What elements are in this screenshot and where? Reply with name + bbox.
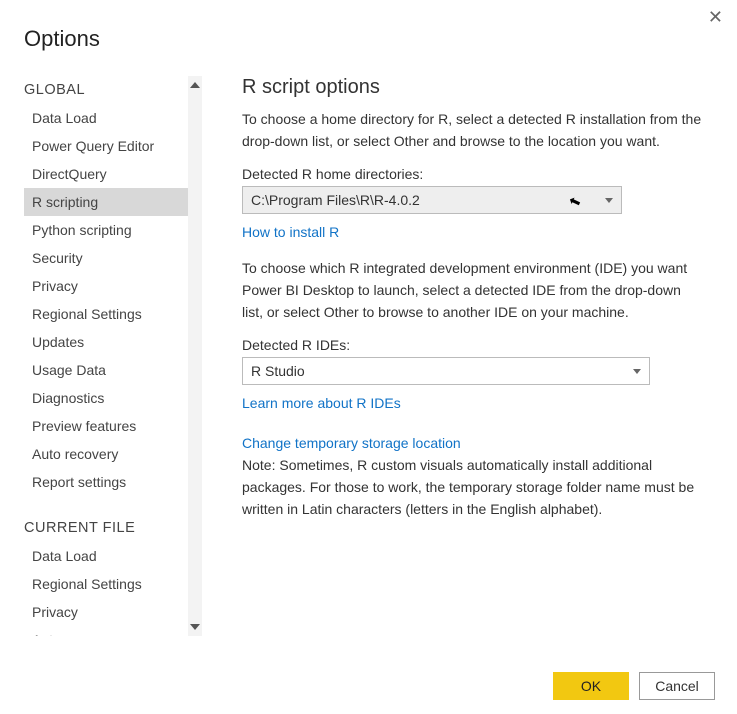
dialog-title: Options xyxy=(24,26,713,52)
sidebar-item-privacy[interactable]: Privacy xyxy=(24,272,192,300)
learn-more-ides-link[interactable]: Learn more about R IDEs xyxy=(242,395,401,411)
sidebar-gap xyxy=(24,496,192,514)
sidebar-item-usage-data[interactable]: Usage Data xyxy=(24,356,192,384)
change-temp-storage-link[interactable]: Change temporary storage location xyxy=(242,435,461,451)
chevron-up-icon xyxy=(190,82,200,88)
sidebar-item-regional-settings[interactable]: Regional Settings xyxy=(24,570,192,598)
sidebar-item-diagnostics[interactable]: Diagnostics xyxy=(24,384,192,412)
temp-storage-note: Note: Sometimes, R custom visuals automa… xyxy=(242,455,703,520)
ide-intro-text: To choose which R integrated development… xyxy=(242,258,703,323)
close-icon[interactable]: ✕ xyxy=(708,8,723,26)
home-dir-dropdown[interactable]: C:\Program Files\R\R-4.0.2 ⬉ xyxy=(242,186,622,214)
sidebar-item-updates[interactable]: Updates xyxy=(24,328,192,356)
ide-label: Detected R IDEs: xyxy=(242,337,703,353)
how-to-install-r-link[interactable]: How to install R xyxy=(242,224,339,240)
sidebar-item-data-load[interactable]: Data Load xyxy=(24,104,192,132)
sidebar-item-preview-features[interactable]: Preview features xyxy=(24,412,192,440)
sidebar-item-python-scripting[interactable]: Python scripting xyxy=(24,216,192,244)
chevron-down-icon xyxy=(190,624,200,630)
sidebar-item-auto-recovery[interactable]: Auto recovery xyxy=(24,626,192,636)
chevron-down-icon xyxy=(633,369,641,374)
home-dir-value: C:\Program Files\R\R-4.0.2 xyxy=(251,192,420,208)
dialog-body: GLOBALData LoadPower Query EditorDirectQ… xyxy=(24,76,713,636)
main-panel: R script options To choose a home direct… xyxy=(202,76,713,636)
cancel-button[interactable]: Cancel xyxy=(639,672,715,700)
sidebar-item-power-query-editor[interactable]: Power Query Editor xyxy=(24,132,192,160)
sidebar: GLOBALData LoadPower Query EditorDirectQ… xyxy=(24,76,202,636)
sidebar-item-regional-settings[interactable]: Regional Settings xyxy=(24,300,192,328)
home-dir-label: Detected R home directories: xyxy=(242,166,703,182)
sidebar-section-current-file: CURRENT FILE xyxy=(24,514,192,542)
sidebar-item-security[interactable]: Security xyxy=(24,244,192,272)
sidebar-item-privacy[interactable]: Privacy xyxy=(24,598,192,626)
sidebar-item-auto-recovery[interactable]: Auto recovery xyxy=(24,440,192,468)
sidebar-section-global: GLOBAL xyxy=(24,76,192,104)
scroll-down-button[interactable] xyxy=(188,618,202,636)
panel-heading: R script options xyxy=(242,76,703,99)
home-intro-text: To choose a home directory for R, select… xyxy=(242,109,703,152)
sidebar-scrollbar[interactable] xyxy=(188,76,202,636)
sidebar-item-report-settings[interactable]: Report settings xyxy=(24,468,192,496)
ide-value: R Studio xyxy=(251,363,305,379)
sidebar-item-r-scripting[interactable]: R scripting xyxy=(24,188,192,216)
sidebar-item-directquery[interactable]: DirectQuery xyxy=(24,160,192,188)
dialog-footer: OK Cancel xyxy=(553,672,715,700)
cursor-icon: ⬉ xyxy=(567,192,584,212)
chevron-down-icon xyxy=(605,198,613,203)
scroll-up-button[interactable] xyxy=(188,76,202,94)
ide-dropdown[interactable]: R Studio xyxy=(242,357,650,385)
ok-button[interactable]: OK xyxy=(553,672,629,700)
sidebar-item-data-load[interactable]: Data Load xyxy=(24,542,192,570)
options-dialog: ✕ Options GLOBALData LoadPower Query Edi… xyxy=(0,0,737,714)
